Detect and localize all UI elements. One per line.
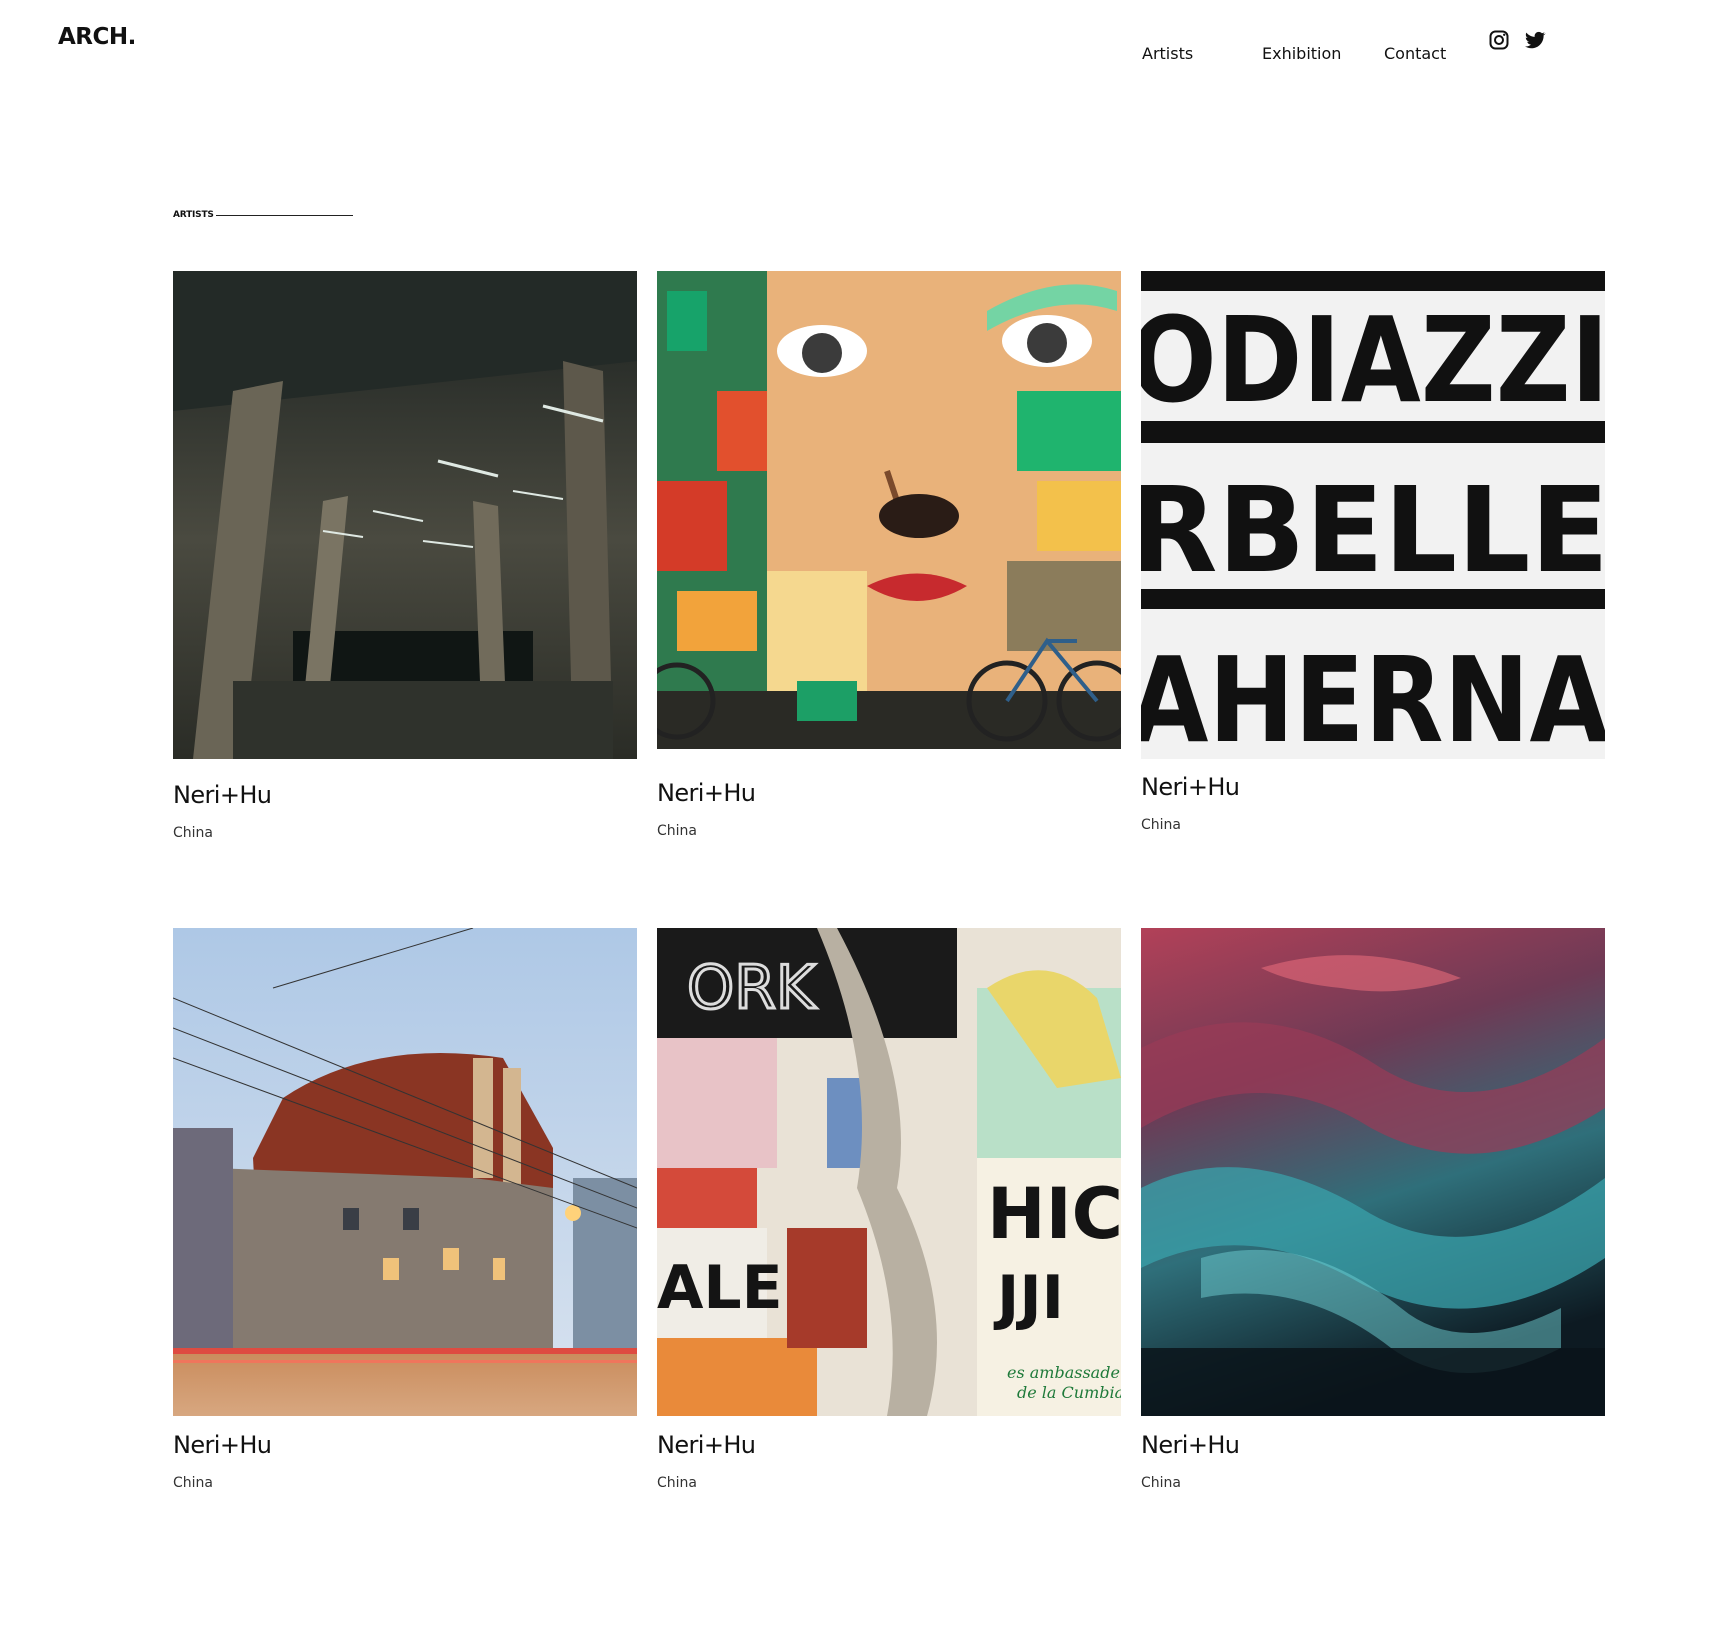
artist-location: China xyxy=(657,823,697,839)
section-divider xyxy=(216,215,353,216)
svg-text:ODIAZZI: ODIAZZI xyxy=(1141,291,1605,429)
artist-image-torn-posters[interactable]: HIC JJI ORK ALE es ambassade de la Cumbi… xyxy=(657,928,1121,1416)
artist-location: China xyxy=(173,1475,213,1491)
artist-image-street-mural[interactable] xyxy=(657,271,1121,749)
artist-name[interactable]: Neri+Hu xyxy=(657,1431,756,1459)
twitter-icon[interactable] xyxy=(1523,28,1547,52)
svg-text:ORK: ORK xyxy=(687,953,817,1023)
svg-text:RBELLE: RBELLE xyxy=(1141,461,1605,599)
artist-name[interactable]: Neri+Hu xyxy=(173,781,272,809)
svg-text:HIC: HIC xyxy=(987,1173,1121,1255)
artist-name[interactable]: Neri+Hu xyxy=(657,779,756,807)
artist-location: China xyxy=(173,825,213,841)
artist-location: China xyxy=(657,1475,697,1491)
nav-exhibition[interactable]: Exhibition xyxy=(1262,44,1341,63)
artist-image-fluid-art[interactable] xyxy=(1141,928,1605,1416)
artist-image-street-building[interactable] xyxy=(173,928,637,1416)
artist-name[interactable]: Neri+Hu xyxy=(1141,1431,1240,1459)
artist-name[interactable]: Neri+Hu xyxy=(173,1431,272,1459)
section-label: ARTISTS xyxy=(173,210,214,220)
artist-image-lettering[interactable]: ODIAZZI RBELLE AHERNA xyxy=(1141,271,1605,759)
site-logo[interactable]: ARCH. xyxy=(58,24,136,50)
nav-contact[interactable]: Contact xyxy=(1384,44,1446,63)
svg-text:AHERNA: AHERNA xyxy=(1141,631,1605,759)
svg-text:es ambassade: es ambassade xyxy=(1007,1363,1120,1382)
nav-artists[interactable]: Artists xyxy=(1142,44,1193,63)
svg-text:ALE: ALE xyxy=(657,1253,783,1323)
artist-image-concrete-hall[interactable] xyxy=(173,271,637,759)
artist-location: China xyxy=(1141,1475,1181,1491)
instagram-icon[interactable] xyxy=(1487,28,1511,52)
artist-location: China xyxy=(1141,817,1181,833)
artist-name[interactable]: Neri+Hu xyxy=(1141,773,1240,801)
svg-text:de la Cumbia: de la Cumbia xyxy=(1017,1383,1121,1402)
svg-text:JJI: JJI xyxy=(993,1263,1064,1333)
